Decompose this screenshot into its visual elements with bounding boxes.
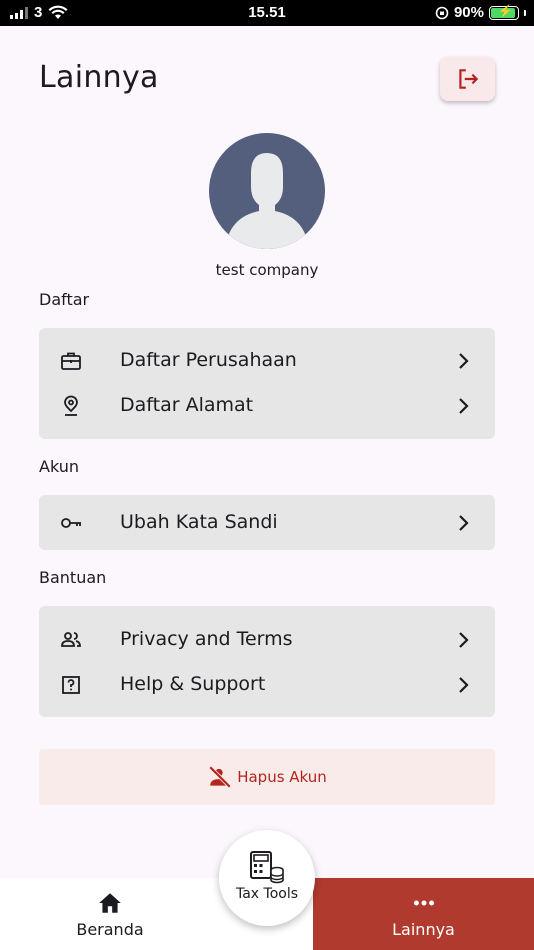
location-pin-icon [64,395,78,416]
chevron-right-icon [459,632,469,648]
chevron-right-icon [459,353,469,369]
nav-item-lainnya[interactable]: Lainnya [313,878,534,950]
tax-tools-button[interactable]: Tax Tools [219,830,315,926]
logout-button[interactable] [440,57,495,101]
menu-item-label: Privacy and Terms [120,628,293,650]
section-label-bantuan: Bantuan [39,568,107,587]
card-daftar: Daftar Perusahaan Daftar Alamat [39,328,495,439]
company-name: test company [215,261,319,279]
chevron-right-icon [459,515,469,531]
section-label-akun: Akun [39,457,79,476]
nav-item-beranda[interactable]: Beranda [0,878,220,950]
menu-item-daftar-perusahaan[interactable]: Daftar Perusahaan [39,339,495,383]
avatar[interactable] [209,133,325,249]
orientation-lock-icon [435,6,449,19]
person-off-icon [209,765,232,789]
delete-account-button[interactable]: Hapus Akun [39,749,495,805]
menu-item-ubah-kata-sandi[interactable]: Ubah Kata Sandi [39,501,495,545]
status-bar: 3 15.51 90% ⚡ [0,0,534,26]
battery-tip [524,9,526,16]
question-box-icon [62,676,80,694]
menu-item-daftar-alamat[interactable]: Daftar Alamat [39,384,495,428]
menu-item-label: Daftar Alamat [120,394,254,416]
delete-account-label: Hapus Akun [237,768,327,786]
home-icon [99,893,121,913]
people-icon [61,632,81,647]
key-icon [61,518,81,528]
card-akun: Ubah Kata Sandi [39,495,495,550]
battery-percent: 90% [453,4,484,21]
menu-item-label: Ubah Kata Sandi [120,511,278,533]
section-label-daftar: Daftar [39,290,90,309]
logout-icon [458,69,478,89]
menu-item-label: Daftar Perusahaan [120,349,297,371]
nav-label-beranda: Beranda [76,920,144,939]
card-bantuan: Privacy and Terms Help & Support [39,606,495,717]
battery-icon: ⚡ [489,4,519,20]
page-title: Lainnya [39,60,159,95]
nav-label-lainnya: Lainnya [392,920,455,939]
more-horizontal-icon [413,900,435,906]
menu-item-help-support[interactable]: Help & Support [39,663,495,707]
chevron-right-icon [459,398,469,414]
briefcase-icon [61,352,81,370]
status-right: 90% ⚡ [435,4,526,21]
chevron-right-icon [459,677,469,693]
menu-item-label: Help & Support [120,673,266,695]
tax-tools-label: Tax Tools [235,886,299,902]
menu-item-privacy-terms[interactable]: Privacy and Terms [39,618,495,662]
person-silhouette-icon [225,153,309,249]
calculator-coins-icon [250,851,284,884]
